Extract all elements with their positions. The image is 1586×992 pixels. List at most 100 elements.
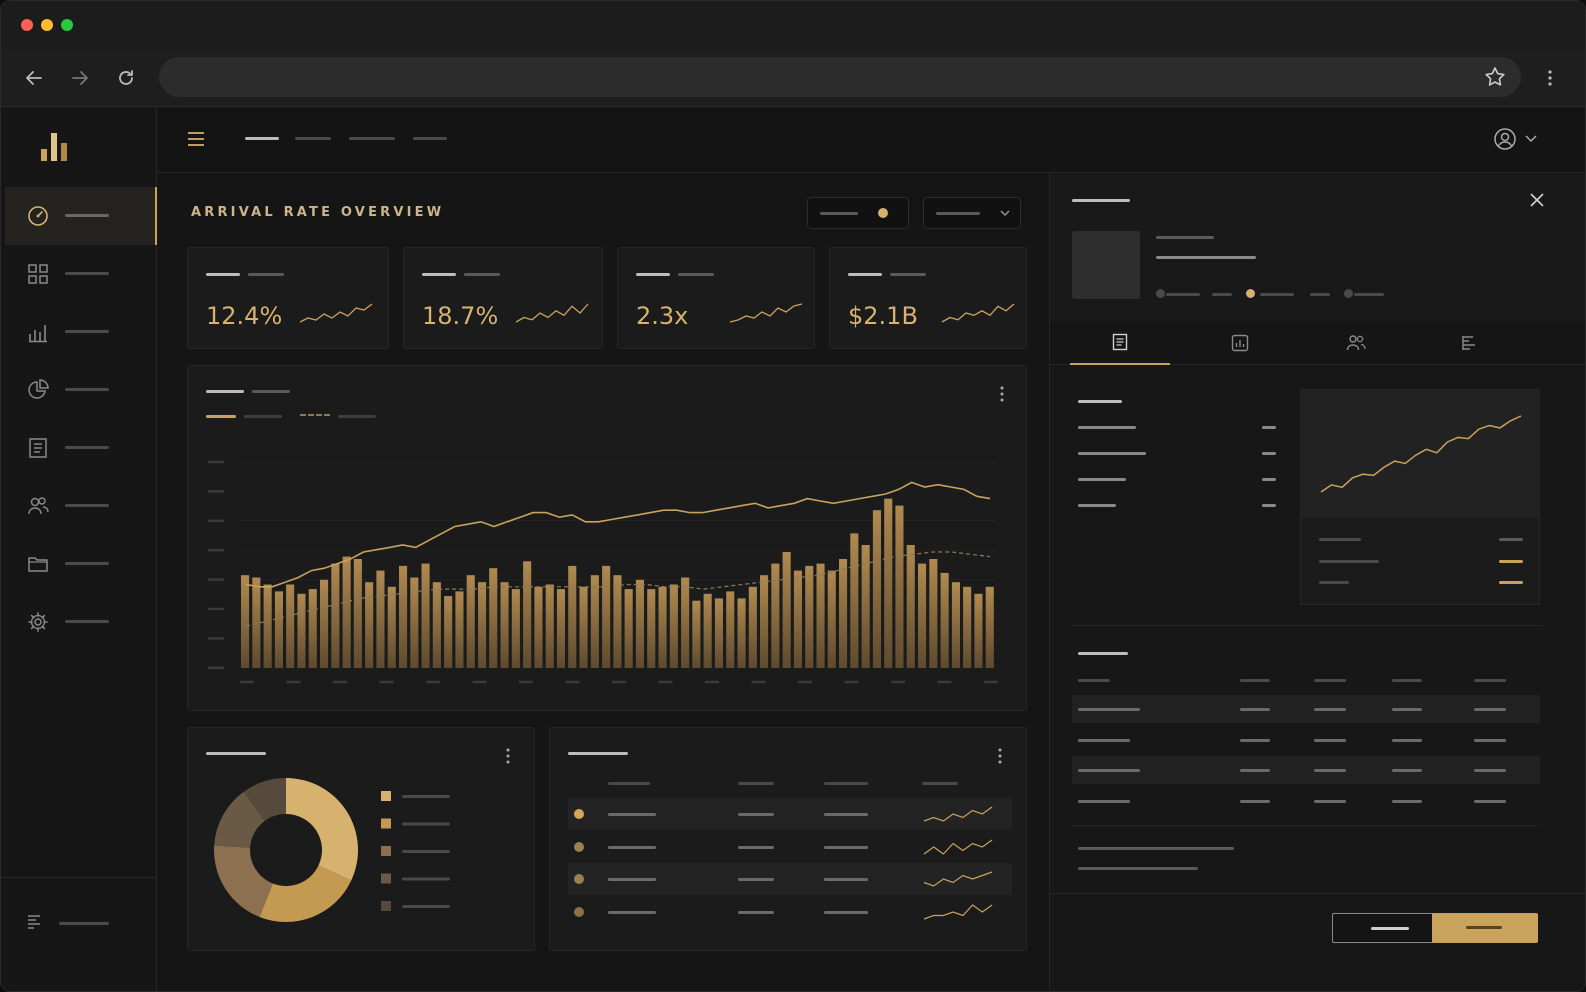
chart-bar[interactable] (387, 586, 396, 668)
sidebar-item-settings[interactable] (5, 593, 157, 651)
chart-bar[interactable] (658, 586, 667, 668)
sidebar-item-reports[interactable] (5, 361, 157, 419)
chart-bar[interactable] (714, 598, 723, 668)
chart-bar[interactable] (478, 582, 487, 668)
sidebar-item-analytics[interactable] (5, 303, 157, 361)
chart-bar[interactable] (534, 586, 543, 668)
chart-bar[interactable] (771, 563, 780, 668)
chart-bar[interactable] (782, 552, 791, 668)
chart-bar[interactable] (523, 561, 532, 668)
header-nav-item[interactable] (295, 137, 331, 140)
sidebar-item-files[interactable] (5, 535, 157, 593)
donut-slice[interactable] (286, 778, 358, 881)
user-menu[interactable] (1493, 127, 1543, 153)
panel-table-row[interactable] (1072, 695, 1540, 723)
chart-bar[interactable] (590, 575, 599, 668)
chart-bar[interactable] (635, 579, 644, 668)
chart-bar[interactable] (929, 559, 938, 668)
filter-toggle[interactable] (807, 197, 909, 229)
chart-bar[interactable] (421, 563, 430, 668)
chart-bar[interactable] (286, 584, 295, 669)
chart-bar[interactable] (365, 582, 374, 668)
chart-bar[interactable] (410, 577, 419, 669)
header-nav-item[interactable] (349, 137, 395, 140)
chart-bar[interactable] (308, 589, 317, 668)
chart-bar[interactable] (805, 565, 814, 668)
chart-bar[interactable] (850, 533, 859, 668)
chart-bar[interactable] (376, 570, 385, 668)
chart-bar[interactable] (827, 570, 836, 668)
chart-bar[interactable] (839, 559, 848, 668)
close-window-button[interactable] (21, 19, 33, 31)
chart-bar[interactable] (974, 593, 983, 668)
sidebar-item-grid[interactable] (5, 245, 157, 303)
panel-table-row[interactable] (1072, 756, 1540, 784)
chart-bar[interactable] (895, 505, 904, 668)
kpi-card[interactable]: 12.4% (187, 247, 389, 349)
chart-bar[interactable] (951, 582, 960, 668)
chart-bar[interactable] (297, 593, 306, 668)
cancel-button[interactable] (1332, 913, 1448, 943)
chart-bar[interactable] (748, 586, 757, 668)
forward-button[interactable] (63, 61, 97, 95)
panel-table-row[interactable] (1072, 726, 1540, 754)
back-button[interactable] (17, 61, 51, 95)
chart-bar[interactable] (568, 565, 577, 668)
sidebar-item-documents[interactable] (5, 419, 157, 477)
chart-bar[interactable] (681, 577, 690, 669)
address-bar[interactable] (159, 57, 1521, 97)
date-range-select[interactable] (923, 197, 1021, 229)
chart-bar[interactable] (444, 596, 453, 668)
chart-bar[interactable] (556, 589, 565, 668)
tab-members[interactable] (1306, 321, 1406, 365)
tab-timeline[interactable] (1420, 321, 1520, 365)
header-nav-item-active[interactable] (245, 137, 279, 140)
kpi-card[interactable]: $2.1B (829, 247, 1027, 349)
chart-bar[interactable] (545, 584, 554, 669)
chart-bar[interactable] (963, 586, 972, 668)
chart-bar[interactable] (940, 572, 949, 668)
chart-bar[interactable] (579, 586, 588, 668)
chart-bar[interactable] (252, 577, 261, 669)
table-row[interactable] (568, 831, 1012, 863)
table-more-options-icon[interactable] (992, 746, 1008, 766)
chart-bar[interactable] (985, 586, 994, 668)
chart-bar[interactable] (353, 559, 362, 668)
chart-bar[interactable] (737, 598, 746, 668)
maximize-window-button[interactable] (61, 19, 73, 31)
chart-bar[interactable] (489, 568, 498, 668)
minimize-window-button[interactable] (41, 19, 53, 31)
browser-menu-button[interactable] (1535, 63, 1565, 93)
chart-bar[interactable] (241, 575, 250, 668)
reload-button[interactable] (109, 61, 143, 95)
chart-bar[interactable] (872, 510, 881, 668)
chart-bar[interactable] (455, 591, 464, 668)
chart-bar[interactable] (263, 584, 272, 669)
primary-button[interactable] (1432, 913, 1538, 943)
chart-bar[interactable] (500, 582, 509, 668)
tab-analytics[interactable] (1190, 321, 1290, 365)
chart-bar[interactable] (816, 563, 825, 668)
chart-bar[interactable] (669, 584, 678, 669)
chart-bar[interactable] (511, 589, 520, 668)
kpi-card[interactable]: 2.3x (617, 247, 815, 349)
star-icon[interactable] (1483, 65, 1507, 89)
chart-bar[interactable] (884, 498, 893, 668)
sidebar-item-users[interactable] (5, 477, 157, 535)
chart-bar[interactable] (602, 565, 611, 668)
chart-bar[interactable] (703, 593, 712, 668)
sidebar-item-dashboard[interactable] (5, 187, 157, 245)
tab-overview[interactable] (1070, 321, 1170, 365)
chart-bar[interactable] (331, 563, 340, 668)
chart-bar[interactable] (692, 600, 701, 668)
chart-bar[interactable] (726, 591, 735, 668)
chart-bar[interactable] (274, 591, 283, 668)
chart-bar[interactable] (906, 545, 915, 668)
chart-bar[interactable] (647, 589, 656, 668)
kpi-card[interactable]: 18.7% (403, 247, 603, 349)
chart-bar[interactable] (320, 579, 329, 668)
sidebar-footer-item[interactable] (5, 893, 157, 951)
chart-bar[interactable] (613, 575, 622, 668)
table-row[interactable] (568, 798, 1012, 830)
chart-bar[interactable] (432, 582, 441, 668)
